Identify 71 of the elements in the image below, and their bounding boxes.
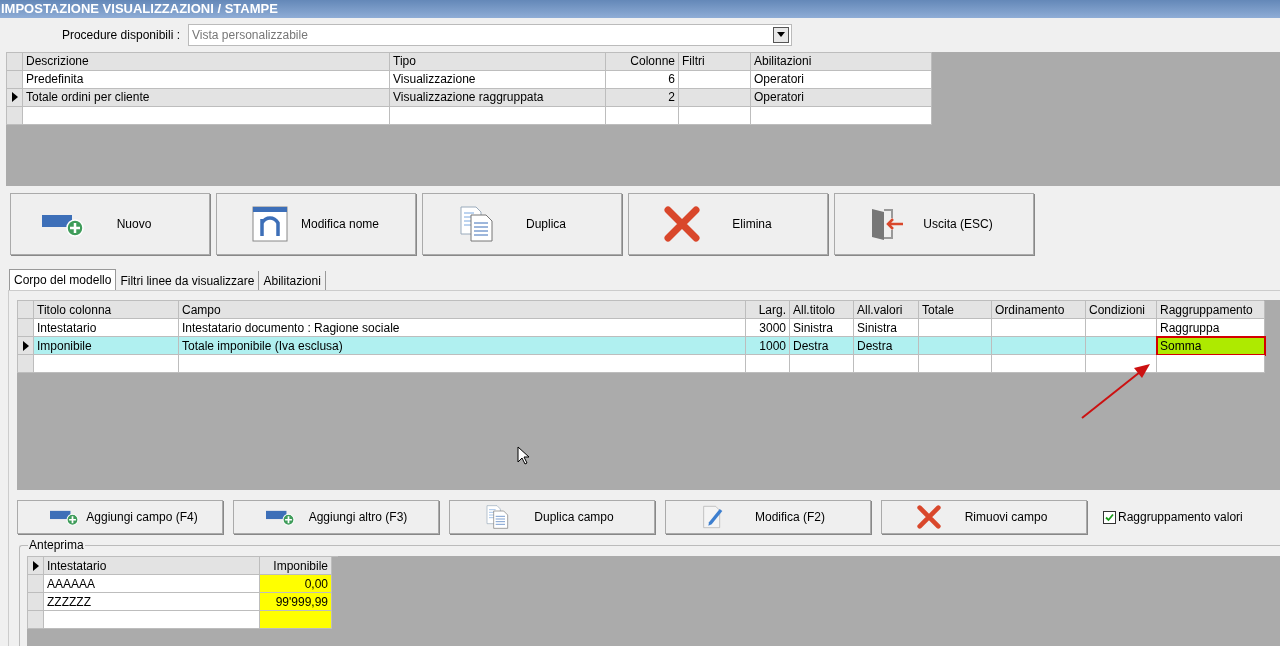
row-pointer-icon bbox=[11, 92, 18, 103]
column-header: Tipo bbox=[390, 52, 606, 71]
field-action-button[interactable]: Aggiungi altro (F3) bbox=[233, 500, 439, 534]
table-cell: Intestatario documento : Ragione sociale bbox=[179, 319, 746, 337]
table-cell: 1000 bbox=[746, 337, 790, 355]
column-header: Descrizione bbox=[23, 52, 390, 71]
field-action-button[interactable]: Modifica (F2) bbox=[665, 500, 871, 534]
column-header: Campo bbox=[179, 301, 746, 319]
table-cell: ZZZZZZ bbox=[44, 593, 260, 611]
checkbox-label: Raggruppamento valori bbox=[1118, 509, 1243, 526]
table-cell bbox=[790, 355, 854, 373]
column-header: All.valori bbox=[854, 301, 919, 319]
procedure-dropdown[interactable]: Vista personalizzabile bbox=[188, 23, 792, 46]
table-cell: Destra bbox=[854, 337, 919, 355]
column-header: Abilitazioni bbox=[751, 52, 932, 71]
column-header: Condizioni bbox=[1086, 301, 1157, 319]
table-cell: AAAAAA bbox=[44, 575, 260, 593]
table-cell: 99'999,99 bbox=[260, 593, 332, 611]
documents-icon bbox=[458, 206, 494, 242]
tab[interactable]: Corpo del modello bbox=[9, 269, 117, 290]
column-header: Imponibile bbox=[260, 557, 332, 575]
action-button[interactable]: Modifica nome bbox=[216, 193, 416, 255]
door-arrow-icon bbox=[870, 206, 906, 242]
table-cell bbox=[260, 611, 332, 629]
table-cell: Raggruppa bbox=[1157, 319, 1265, 337]
field-action-button[interactable]: Duplica campo bbox=[449, 500, 655, 534]
window-title: IMPOSTAZIONE VISUALIZZAZIONI / STAMPE bbox=[0, 0, 1280, 18]
close-icon bbox=[917, 505, 941, 529]
add-icon bbox=[266, 508, 296, 526]
documents-icon bbox=[485, 505, 509, 529]
column-header: Raggruppamento bbox=[1157, 301, 1265, 319]
table-cell: Imponibile bbox=[34, 337, 179, 355]
column-header: Filtri bbox=[679, 52, 751, 71]
pencil-document-icon bbox=[701, 505, 725, 529]
group-title: Anteprima bbox=[28, 538, 85, 552]
action-button[interactable]: Elimina bbox=[628, 193, 828, 255]
column-header: Ordinamento bbox=[992, 301, 1086, 319]
action-button[interactable]: Uscita (ESC) bbox=[834, 193, 1034, 255]
action-button[interactable]: Duplica bbox=[422, 193, 622, 255]
table-cell bbox=[1086, 319, 1157, 337]
table-cell: Sinistra bbox=[854, 319, 919, 337]
table-cell bbox=[854, 355, 919, 373]
table-cell bbox=[746, 355, 790, 373]
action-button[interactable]: Nuovo bbox=[10, 193, 210, 255]
table-cell bbox=[1086, 337, 1157, 355]
table-cell: Somma bbox=[1157, 337, 1265, 355]
table-cell: 0,00 bbox=[260, 575, 332, 593]
field-action-button[interactable]: Rimuovi campo bbox=[881, 500, 1087, 534]
field-action-button[interactable]: Aggiungi campo (F4) bbox=[17, 500, 223, 534]
annotation-arrow bbox=[1080, 362, 1152, 420]
table-cell: 3000 bbox=[746, 319, 790, 337]
table-cell: Totale imponibile (Iva esclusa) bbox=[179, 337, 746, 355]
column-header: All.titolo bbox=[790, 301, 854, 319]
row-pointer-icon bbox=[32, 560, 39, 571]
column-header: Titolo colonna bbox=[34, 301, 179, 319]
table-cell: Intestatario bbox=[34, 319, 179, 337]
checkbox[interactable] bbox=[1103, 510, 1116, 524]
table-cell: Destra bbox=[790, 337, 854, 355]
table-cell bbox=[1086, 355, 1157, 373]
cursor-icon bbox=[517, 446, 529, 466]
row-header[interactable] bbox=[18, 337, 34, 355]
column-header: Colonne bbox=[606, 52, 679, 71]
add-icon bbox=[50, 508, 80, 526]
column-header: Totale bbox=[919, 301, 992, 319]
table-cell: Sinistra bbox=[790, 319, 854, 337]
field-label: Procedure disponibili : bbox=[60, 26, 181, 44]
column-header: Intestatario bbox=[44, 557, 260, 575]
row-pointer-icon bbox=[22, 340, 29, 351]
close-icon bbox=[664, 206, 700, 242]
letter-n-window-icon bbox=[252, 206, 288, 242]
column-header: Larg. bbox=[746, 301, 790, 319]
